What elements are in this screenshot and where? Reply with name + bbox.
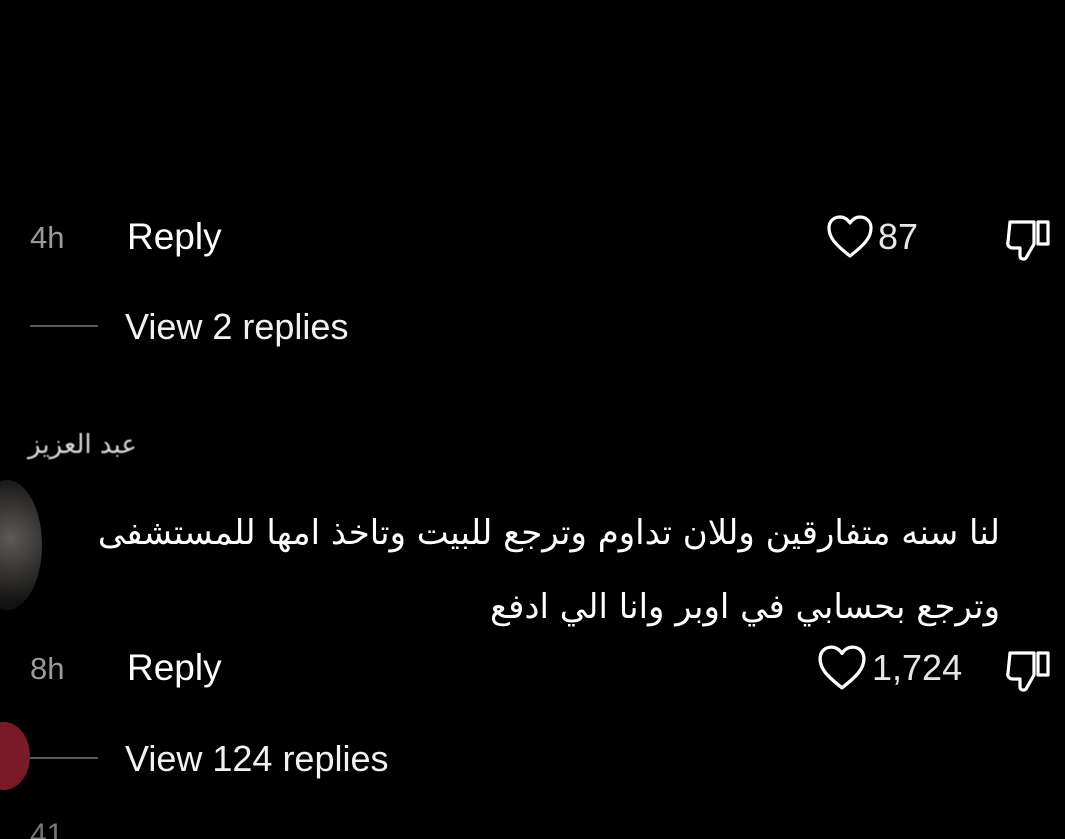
comment-1-actions: 4h Reply 87 (0, 212, 1065, 262)
comment-text-line: وترجع بحسابي في اوبر وانا الي ادفع (490, 587, 1000, 627)
replies-divider (30, 325, 98, 327)
view-replies-row[interactable]: View 124 replies (0, 736, 500, 780)
comment-text-line: لنا سنه متفارقين وللان تداوم وترجع للبيت… (97, 513, 1000, 553)
like-button[interactable]: 87 (826, 212, 918, 262)
next-comment-partial: 41 (30, 818, 64, 839)
heart-icon (818, 645, 866, 690)
comment-time: 4h (30, 220, 65, 255)
like-button[interactable]: 1,724 (816, 643, 962, 693)
reply-button[interactable]: Reply (127, 216, 222, 258)
view-replies-button[interactable]: View 124 replies (125, 738, 389, 780)
like-count: 1,724 (872, 647, 963, 688)
comments-screen: 4h Reply 87 View 2 replies عبد العزيز لن… (0, 0, 1065, 839)
dislike-icon[interactable] (1004, 218, 1052, 262)
comment-2-actions: 8h Reply 1,724 (0, 643, 1065, 693)
reply-button[interactable]: Reply (127, 647, 222, 689)
replies-divider (30, 757, 98, 759)
like-count: 87 (878, 216, 919, 257)
comment-text: لنا سنه متفارقين وللان تداوم وترجع للبيت… (20, 496, 1000, 644)
comment-username[interactable]: عبد العزيز (28, 430, 258, 470)
heart-icon (827, 215, 873, 258)
view-replies-row[interactable]: View 2 replies (0, 304, 500, 348)
view-replies-button[interactable]: View 2 replies (125, 306, 348, 348)
dislike-icon[interactable] (1004, 649, 1052, 693)
comment-time: 8h (30, 651, 65, 686)
